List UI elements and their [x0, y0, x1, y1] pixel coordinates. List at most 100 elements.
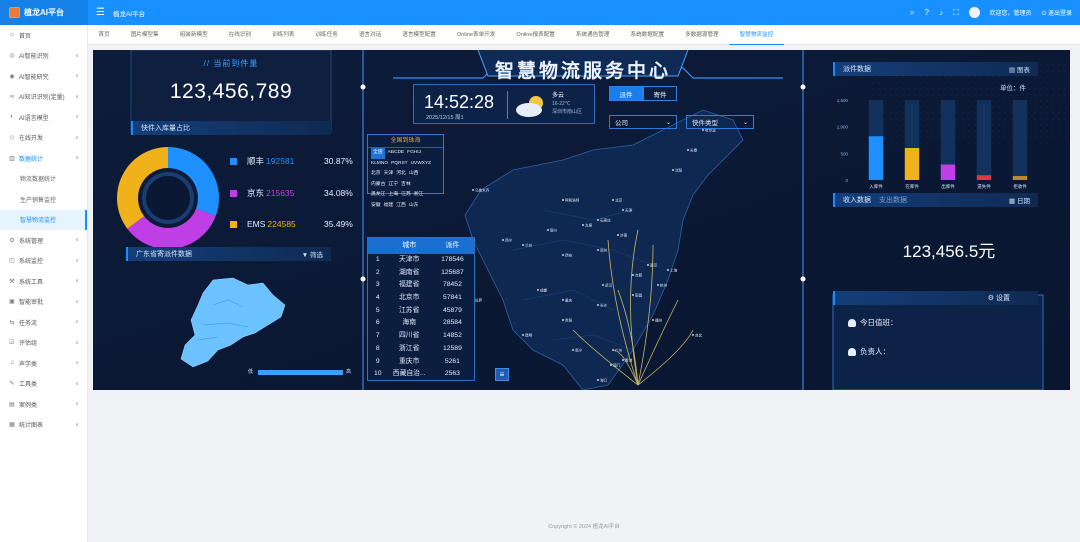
sidebar-item[interactable]: ◎ AI智能识别 ∨ [0, 46, 87, 67]
chevron-down-icon: ∨ [75, 421, 79, 428]
sidebar-item-label: AI语言模型 [19, 115, 49, 122]
region-tag[interactable]: 黑龙江 [371, 190, 385, 201]
table-row[interactable]: 8 浙江省 12589 [368, 343, 474, 356]
tab[interactable]: 语言对话 [348, 25, 391, 45]
sidebar-item[interactable]: ▥ 数据统计 ∧ [0, 148, 87, 169]
tab[interactable]: 系统数据配置 [620, 25, 675, 45]
logout-label: 退出登录 [1047, 10, 1072, 17]
sidebar-item[interactable]: ◉ AI智能研究 ∨ [0, 66, 87, 87]
region-tag[interactable]: 辽宁 [388, 180, 398, 191]
settings-button[interactable]: ⚙ 设置 [988, 293, 1010, 303]
tab[interactable]: 在线识别 [218, 25, 261, 45]
type-select[interactable]: 快件类型 ⌄ [686, 115, 754, 129]
map-menu-button[interactable]: ≡ [495, 368, 509, 381]
income-tab[interactable]: 收入数据 [843, 195, 871, 205]
table-cell: 2563 [444, 370, 460, 378]
sidebar-item[interactable]: ⌂ 首页 [0, 25, 87, 46]
city-label: 武汉 [605, 283, 613, 288]
region-tag[interactable]: 河北 [396, 169, 406, 180]
table-row[interactable]: 2 湖南省 125687 [368, 267, 474, 280]
region-tag[interactable]: ABCDE [388, 148, 405, 159]
table-row[interactable]: 7 四川省 14852 [368, 330, 474, 343]
logout-button[interactable]: ⏻ 退出登录 [1042, 8, 1072, 18]
region-tag[interactable]: 江苏 [401, 190, 411, 201]
clock-date: 2025/12/15 周1 [426, 115, 464, 121]
table-row[interactable]: 3 福建省 78452 [368, 279, 474, 292]
region-tag[interactable]: 江西 [396, 201, 406, 212]
region-tag[interactable]: 山西 [409, 169, 419, 180]
tab[interactable]: Online报表配置 [506, 25, 566, 45]
sidebar-item[interactable]: ▣ 智能审批 ∨ [0, 292, 87, 313]
tab[interactable]: 首页 [88, 25, 120, 45]
avatar[interactable] [968, 7, 980, 18]
region-tag[interactable]: 内蒙古 [371, 180, 385, 191]
sidebar-item[interactable]: ☑ 评估组 ∨ [0, 333, 87, 354]
sidebar-item[interactable]: ◐ AI语言模型 ∨ [0, 107, 87, 128]
city-label: 拉萨 [475, 298, 483, 303]
fullscreen-icon[interactable]: ⛶ [953, 8, 959, 18]
filter-button[interactable]: ▼ 筛选 [302, 249, 323, 259]
dispatch-toggle[interactable]: 派件 [609, 86, 643, 101]
region-tag[interactable]: KLMNO [371, 159, 388, 170]
table-row[interactable]: 1 天津市 178546 [368, 254, 474, 267]
help-icon[interactable]: ? [924, 8, 928, 17]
city-dot [672, 169, 674, 171]
tab[interactable]: 组装新模型 [169, 25, 218, 45]
brand[interactable]: 植龙AI平台 [0, 0, 88, 25]
sidebar-item[interactable]: ◰ 系统监控 ∨ [0, 251, 87, 272]
table-row[interactable]: 6 海南 28584 [368, 317, 474, 330]
region-tag[interactable]: PQRST [391, 159, 408, 170]
search-icon[interactable]: ⌕ [910, 8, 914, 18]
sidebar-item[interactable]: ◇ 在线开发 ∨ [0, 128, 87, 149]
expense-tab[interactable]: 支出数据 [879, 195, 907, 205]
date-label: 日期 [1017, 198, 1030, 205]
bell-icon[interactable]: ♪ [939, 8, 943, 17]
sidebar-item[interactable]: ▤ 案例类 ∨ [0, 394, 87, 415]
sidebar-item[interactable]: 智慧物流监控 [0, 209, 87, 230]
tab[interactable]: 智慧物流监控 [729, 25, 784, 45]
sidebar-item[interactable]: ✎ 工具类 ∨ [0, 374, 87, 395]
chevron-down-icon: ∨ [75, 257, 79, 264]
sidebar-item[interactable]: ⋖ AI知识识别(定量) ∨ [0, 87, 87, 108]
legend-value: 224585 [267, 219, 296, 229]
region-tag[interactable]: 浙江 [414, 190, 424, 201]
sidebar-item[interactable]: 生产销售监控 [0, 189, 87, 210]
city-label: 合肥 [635, 273, 643, 278]
table-row[interactable]: 9 重庆市 5261 [368, 356, 474, 369]
welcome-text[interactable]: 欢迎您，管理员 [990, 8, 1032, 17]
tab[interactable]: 训练任务 [305, 25, 348, 45]
company-select[interactable]: 公司 ⌄ [609, 115, 677, 129]
region-tag[interactable]: 福建 [384, 201, 394, 212]
region-tag[interactable]: 安徽 [371, 201, 381, 212]
tab[interactable]: 语言模型配置 [392, 25, 447, 45]
sidebar-item[interactable]: ⚙ 系统管理 ∨ [0, 230, 87, 251]
sidebar-item[interactable]: 物流数据统计 [0, 169, 87, 190]
region-tag[interactable]: 天津 [384, 169, 394, 180]
tab[interactable]: 训练列表 [262, 25, 305, 45]
region-tag[interactable]: 上海 [388, 190, 398, 201]
tab[interactable]: 多数据源管理 [675, 25, 730, 45]
region-tag[interactable]: UVWXYZ [411, 159, 432, 170]
date-button[interactable]: ▦ 日期 [1009, 195, 1030, 205]
region-tag[interactable]: 山东 [409, 201, 419, 212]
tab[interactable]: Online表单开发 [446, 25, 506, 45]
chart-toggle-button[interactable]: ▤ 图表 [1009, 64, 1030, 74]
region-tag[interactable]: 全国 [371, 148, 385, 159]
table-row[interactable]: 5 江苏省 45879 [368, 305, 474, 318]
guangdong-map[interactable] [173, 275, 293, 375]
region-tag[interactable]: 吉林 [401, 180, 411, 191]
sidebar-item-label: 统计图表 [19, 423, 44, 430]
sidebar-item[interactable]: ⇆ 任务流 ∨ [0, 312, 87, 333]
send-toggle[interactable]: 寄件 [643, 86, 677, 101]
sidebar-item[interactable]: ⚒ 系统工具 ∨ [0, 271, 87, 292]
region-tag[interactable]: 北京 [371, 169, 381, 180]
menu-toggle-icon[interactable]: ☰ [96, 7, 105, 18]
table-row[interactable]: 10 西藏自治... 2563 [368, 368, 474, 381]
city-label: 乌鲁木齐 [475, 188, 490, 193]
sidebar-item[interactable]: ♫ 声学类 ∨ [0, 353, 87, 374]
sidebar-item[interactable]: ▦ 统计图表 ∨ [0, 415, 87, 436]
tab[interactable]: 图片模型集 [120, 25, 169, 45]
table-row[interactable]: 4 北京市 57841 [368, 292, 474, 305]
tab[interactable]: 系统通告管理 [565, 25, 620, 45]
region-tag[interactable]: FGHIJ [407, 148, 421, 159]
